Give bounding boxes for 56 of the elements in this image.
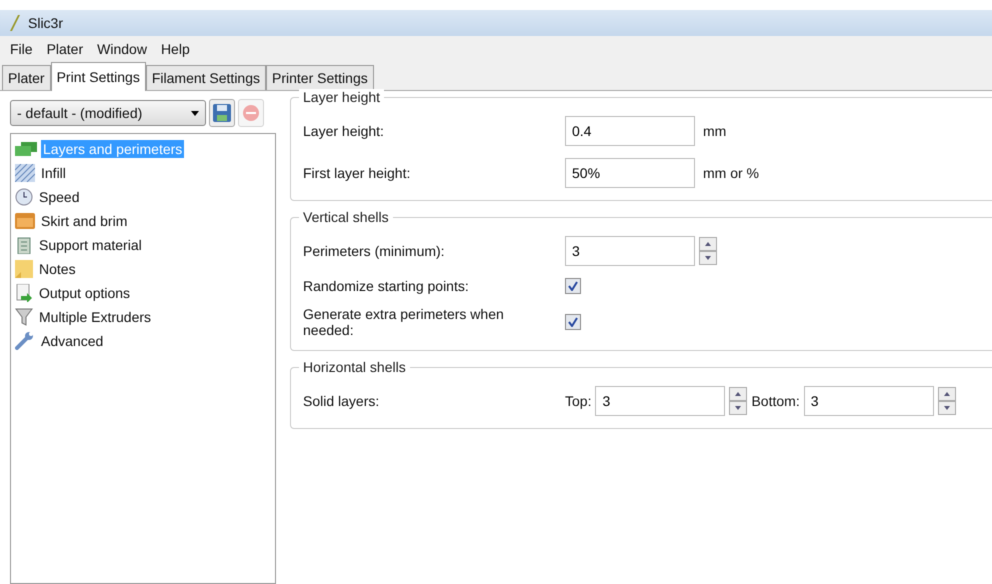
menu-item[interactable]: Help (160, 41, 190, 57)
tree-item[interactable]: Output options (37, 284, 132, 302)
tree-item[interactable]: Support material (37, 236, 144, 254)
preset-dropdown[interactable]: - default - (modified) (10, 100, 206, 126)
check-icon (568, 317, 578, 327)
field-label: Randomize starting points: (303, 278, 470, 294)
input-field[interactable]: 3 (595, 386, 726, 416)
menu-item[interactable]: File (10, 41, 33, 57)
input-field[interactable]: 3 (565, 236, 695, 266)
unit-label: mm or % (703, 165, 759, 181)
field-label: Generate extra perimeters when needed: (303, 306, 505, 338)
input-field[interactable]: 0.4 (565, 116, 695, 146)
field-label: Layer height: (303, 123, 385, 139)
spin-button[interactable] (699, 237, 717, 265)
spin-button[interactable] (729, 387, 748, 415)
tree-item[interactable]: Advanced (39, 332, 106, 350)
field-label: First layer height: (303, 165, 412, 181)
save-button[interactable] (209, 99, 235, 127)
menu-item[interactable]: Window (97, 41, 147, 57)
tree-item[interactable]: Multiple Extruders (37, 308, 154, 326)
field-label: Solid layers: (303, 393, 380, 409)
tab[interactable]: Print Settings (50, 62, 146, 91)
hatched-square-icon (15, 164, 35, 182)
check-icon (568, 281, 578, 291)
field-label: Top: (565, 393, 592, 409)
tree-item[interactable]: Skirt and brim (39, 212, 130, 230)
tab[interactable]: Printer Settings (266, 65, 374, 90)
layers-icon (15, 142, 37, 156)
window-title: Slic3r (28, 15, 64, 31)
wrench-icon (15, 332, 35, 350)
document-arrow-icon (15, 284, 33, 302)
checkbox[interactable] (565, 278, 581, 294)
menu-item[interactable]: Plater (46, 41, 84, 57)
tree-item[interactable]: Notes (37, 260, 78, 278)
building-icon (15, 236, 33, 254)
tab[interactable]: Filament Settings (146, 65, 266, 90)
note-icon (15, 260, 33, 278)
field-label: Bottom: (751, 393, 800, 409)
tree-item[interactable]: Speed (37, 188, 82, 206)
clock-icon (15, 188, 33, 206)
box-icon (15, 212, 35, 228)
caret-icon (191, 110, 199, 116)
group-title: Horizontal shells (299, 359, 410, 375)
app-icon (8, 15, 20, 31)
field-label: Perimeters (minimum): (303, 243, 446, 259)
unit-label: mm (703, 123, 726, 139)
spin-button[interactable] (938, 387, 956, 415)
minus-circle-icon (243, 105, 259, 121)
input-field[interactable]: 50% (565, 158, 695, 188)
tree-item[interactable]: Infill (39, 164, 68, 182)
funnel-icon (15, 308, 33, 326)
group-title: Layer height (299, 89, 384, 105)
input-field[interactable]: 3 (804, 386, 934, 416)
tab[interactable]: Plater (2, 65, 51, 90)
group-title: Vertical shells (299, 209, 393, 225)
checkbox[interactable] (565, 314, 581, 330)
